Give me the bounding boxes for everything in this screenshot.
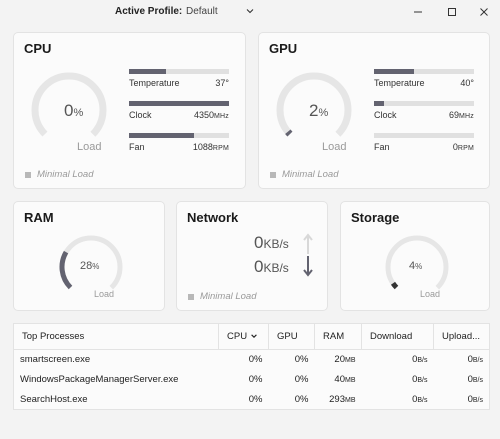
minimize-icon: [414, 11, 422, 13]
title-bar: Active Profile: Default: [0, 0, 500, 26]
cpu-load-label: Load: [77, 141, 102, 153]
column-header-ram[interactable]: RAM: [314, 323, 362, 350]
gpu-clock-metric: Clock 69MHz: [374, 101, 474, 120]
chevron-down-icon: [250, 334, 257, 339]
ram-load-label: Load: [94, 289, 115, 299]
status-square-icon: [25, 171, 31, 178]
upload-arrow-icon: [303, 233, 313, 254]
status-square-icon: [188, 293, 194, 300]
column-header-upload[interactable]: Upload...: [433, 323, 490, 350]
network-download-value: 0KB/s: [254, 257, 289, 276]
active-profile-dropdown[interactable]: Default: [186, 6, 218, 17]
gpu-title: GPU: [269, 41, 298, 56]
network-upload-value: 0KB/s: [254, 233, 289, 252]
gpu-load-label: Load: [322, 141, 347, 153]
column-header-download[interactable]: Download: [361, 323, 434, 350]
status-square-icon: [270, 171, 276, 178]
network-card[interactable]: Network 0KB/s 0KB/s Minimal Load: [176, 201, 328, 311]
process-upload: 0B/s: [467, 354, 483, 366]
process-gpu: 0%: [294, 374, 309, 385]
process-ram: 40MB: [334, 374, 356, 385]
process-download: 0B/s: [412, 354, 428, 366]
table-row[interactable]: WindowsPackageManagerServer.exe 0% 0% 40…: [14, 370, 490, 390]
storage-load-label: Load: [420, 289, 441, 299]
gpu-card[interactable]: GPU 2% Load Minimal Load Temperature 40° …: [258, 32, 490, 189]
gpu-load-value: 2%: [309, 101, 329, 120]
process-gpu: 0%: [294, 393, 309, 405]
gpu-temperature-metric: Temperature 40°: [374, 69, 474, 88]
process-ram: 293MB: [329, 393, 356, 405]
cpu-temperature-metric: Temperature 37°: [129, 69, 229, 88]
ram-load-value: 28%: [80, 260, 100, 272]
column-header-gpu[interactable]: GPU: [268, 323, 315, 350]
process-name: WindowsPackageManagerServer.exe: [20, 374, 179, 385]
chevron-down-icon[interactable]: [245, 6, 255, 16]
column-header-cpu[interactable]: CPU: [218, 323, 269, 350]
download-arrow-icon: [303, 256, 313, 277]
column-header-process[interactable]: Top Processes: [13, 323, 219, 350]
process-name: smartscreen.exe: [20, 354, 91, 366]
process-download: 0B/s: [412, 393, 428, 405]
storage-title: Storage: [351, 210, 400, 225]
process-upload: 0B/s: [467, 374, 483, 385]
gpu-status: Minimal Load: [270, 169, 339, 180]
cpu-clock-metric: Clock 4350MHz: [129, 101, 229, 120]
cpu-fan-metric: Fan 1088RPM: [129, 133, 229, 152]
network-title: Network: [187, 210, 239, 225]
minimize-button[interactable]: [408, 3, 428, 21]
maximize-icon: [448, 8, 456, 16]
cpu-load-value: 0%: [64, 101, 84, 120]
cpu-status: Minimal Load: [25, 169, 94, 180]
process-upload: 0B/s: [467, 393, 483, 405]
process-gpu: 0%: [294, 354, 309, 366]
storage-card[interactable]: Storage 4% Load: [340, 201, 490, 311]
close-button[interactable]: [474, 3, 494, 21]
process-cpu: 0%: [248, 374, 263, 385]
close-icon: [480, 8, 488, 16]
process-cpu: 0%: [248, 393, 263, 405]
process-cpu: 0%: [248, 354, 263, 366]
table-row[interactable]: SearchHost.exe 0% 0% 293MB 0B/s 0B/s: [14, 390, 490, 410]
ram-title: RAM: [24, 210, 54, 225]
cpu-card[interactable]: CPU 0% Load Minimal Load Temperature 37° …: [13, 32, 246, 189]
active-profile-label: Active Profile:: [115, 6, 183, 17]
storage-load-value: 4%: [409, 260, 423, 272]
process-ram: 20MB: [334, 354, 356, 366]
process-name: SearchHost.exe: [20, 393, 88, 405]
cpu-title: CPU: [24, 41, 52, 56]
process-download: 0B/s: [412, 374, 428, 385]
table-row[interactable]: smartscreen.exe 0% 0% 20MB 0B/s 0B/s: [14, 350, 490, 370]
network-status: Minimal Load: [188, 291, 257, 302]
maximize-button[interactable]: [442, 3, 462, 21]
ram-card[interactable]: RAM 28% Load: [13, 201, 165, 311]
gpu-fan-metric: Fan 0RPM: [374, 133, 474, 152]
top-processes-table: Top Processes CPU GPU RAM Download Uploa…: [13, 323, 490, 410]
